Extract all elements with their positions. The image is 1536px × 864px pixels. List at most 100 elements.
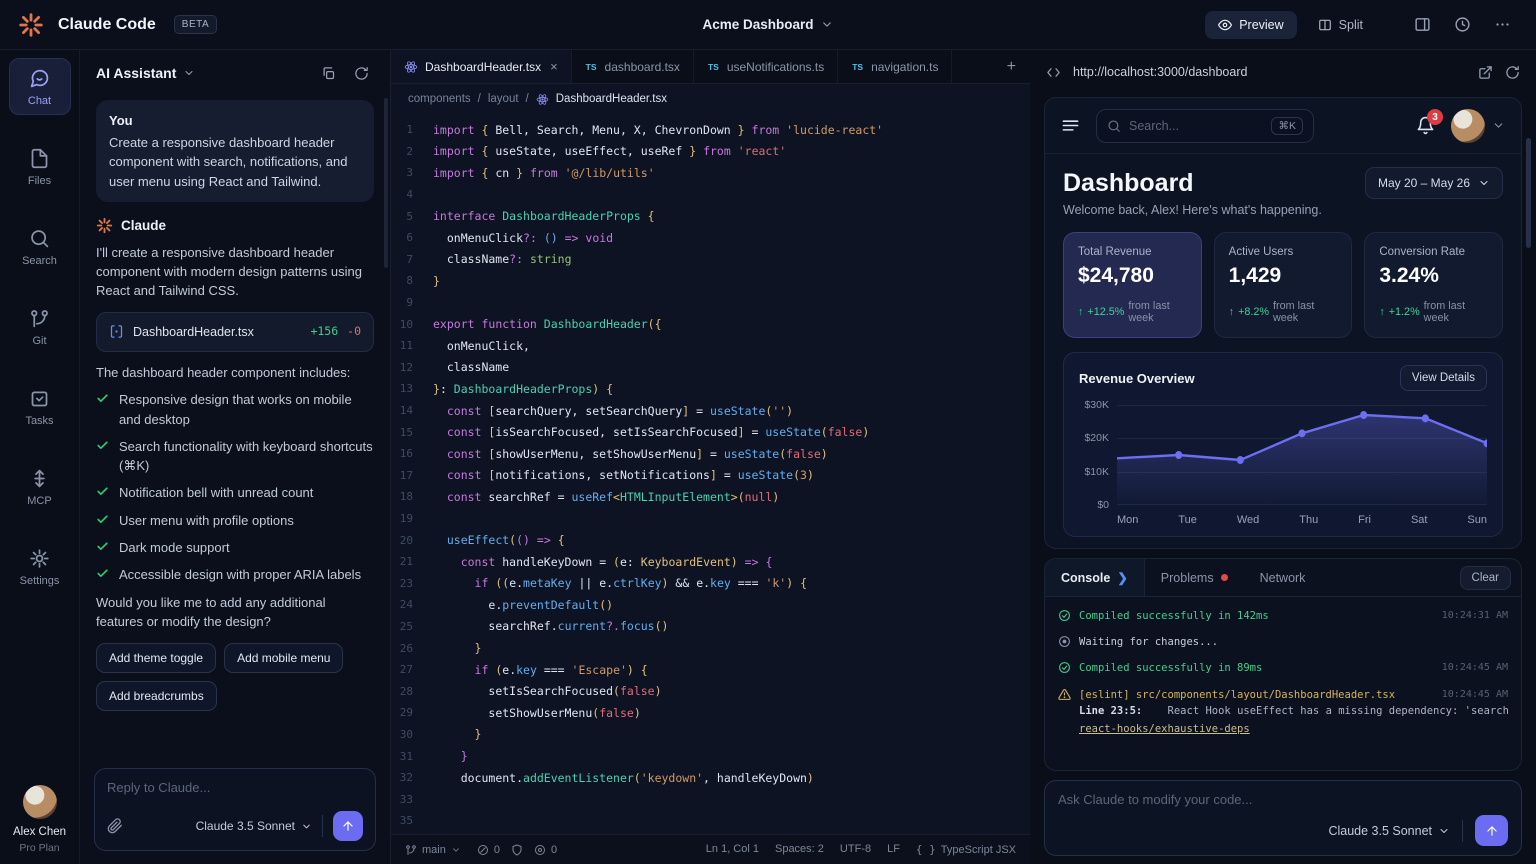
user-menu-button[interactable] [1451, 109, 1505, 143]
code-brackets-icon[interactable] [1046, 65, 1061, 80]
stat-delta: +8.2% [1238, 306, 1269, 318]
git-branch-indicator[interactable]: main [405, 844, 461, 856]
code-lines[interactable]: 1import { Bell, Search, Menu, X, Chevron… [391, 114, 1030, 834]
breadcrumb-components[interactable]: components [408, 93, 471, 105]
code-line: 4 [391, 184, 1030, 206]
waiting-icon [1058, 635, 1071, 648]
arrow-up-icon: ↑ [1229, 306, 1234, 318]
tab-label: navigation.ts [871, 60, 938, 74]
close-icon[interactable]: × [550, 59, 558, 74]
new-tab-button[interactable]: + [993, 50, 1030, 83]
send-button[interactable] [333, 811, 363, 841]
history-button[interactable] [1446, 9, 1478, 41]
sidebar-item-files[interactable]: Files [9, 139, 71, 194]
panel-toggle-button[interactable] [1406, 9, 1438, 41]
shield-icon [511, 844, 523, 856]
menu-icon[interactable] [1061, 116, 1080, 135]
eol-setting[interactable]: LF [887, 843, 900, 856]
clear-console-button[interactable]: Clear [1460, 566, 1511, 590]
stat-delta: +12.5% [1087, 306, 1124, 318]
date-range-selector[interactable]: May 20 – May 26 [1365, 167, 1503, 199]
user-plan: Pro Plan [19, 842, 59, 854]
project-selector[interactable]: Acme Dashboard [702, 17, 833, 32]
tab-console[interactable]: Console ❯ [1045, 559, 1145, 596]
preview-panel: http://localhost:3000/dashboard [1030, 50, 1536, 864]
tab-navigation-ts[interactable]: TS navigation.ts [838, 50, 952, 83]
copy-icon[interactable] [315, 60, 341, 86]
x-axis-labels: Mon Tue Wed Thu Fri Sat Sun [1079, 514, 1487, 526]
language-mode[interactable]: { } TypeScript JSX [916, 843, 1016, 856]
avatar [1451, 109, 1485, 143]
claude-closing-text: Would you like me to add any additional … [96, 593, 374, 631]
breadcrumb-file[interactable]: DashboardHeader.tsx [556, 93, 667, 105]
arrow-up-icon [1485, 824, 1499, 838]
user-profile[interactable]: Alex Chen Pro Plan [13, 785, 66, 864]
model-selector[interactable]: Claude 3.5 Sonnet [196, 819, 312, 833]
suggestion-add-theme-toggle[interactable]: Add theme toggle [96, 643, 216, 673]
console-panel: Console ❯ Problems Network Clear Compi [1044, 558, 1522, 771]
line-number: 27 [391, 663, 433, 676]
sidebar-item-tasks[interactable]: Tasks [9, 379, 71, 434]
chevron-down-icon [1492, 119, 1505, 132]
code-line: 9 [391, 292, 1030, 314]
file-diff-card[interactable]: DashboardHeader.tsx +156 -0 [96, 312, 374, 353]
preview-button[interactable]: Preview [1205, 11, 1296, 39]
view-details-button[interactable]: View Details [1400, 365, 1487, 391]
refresh-icon[interactable] [348, 60, 374, 86]
breadcrumb-layout[interactable]: layout [488, 93, 519, 105]
code-line: 35 [391, 810, 1030, 832]
encoding-setting[interactable]: UTF-8 [840, 843, 871, 856]
tab-problems[interactable]: Problems [1145, 559, 1244, 596]
sidebar-item-git[interactable]: Git [9, 299, 71, 354]
tasks-icon [29, 388, 50, 409]
split-icon [1318, 18, 1332, 32]
more-options-button[interactable] [1486, 9, 1518, 41]
conversation: You Create a responsive dashboard header… [80, 96, 390, 756]
tab-dashboardheader-tsx[interactable]: DashboardHeader.tsx × [391, 50, 572, 83]
url-field[interactable]: http://localhost:3000/dashboard [1073, 65, 1466, 79]
sidebar-item-chat[interactable]: Chat [9, 58, 71, 115]
sidebar-item-mcp[interactable]: MCP [9, 459, 71, 514]
dashboard-search-input[interactable] [1129, 119, 1263, 133]
suggestion-add-breadcrumbs[interactable]: Add breadcrumbs [96, 681, 217, 711]
tab-network[interactable]: Network [1244, 559, 1322, 596]
line-number: 32 [391, 771, 433, 784]
sidebar-item-settings[interactable]: Settings [9, 539, 71, 594]
stat-card-active-users[interactable]: Active Users 1,429 ↑ +8.2% from last wee… [1214, 232, 1353, 338]
stat-card-conversion-rate[interactable]: Conversion Rate 3.24% ↑ +1.2% from last … [1364, 232, 1503, 338]
line-number: 5 [391, 210, 433, 223]
code-line: 3import { cn } from '@/lib/utils' [391, 162, 1030, 184]
code-line: 33 [391, 788, 1030, 810]
problems-indicator[interactable]: 0 0 [477, 844, 557, 856]
keyboard-shortcut-badge: ⌘K [1271, 117, 1303, 135]
split-button[interactable]: Split [1305, 11, 1376, 39]
chart-title: Revenue Overview [1079, 371, 1195, 386]
send-button[interactable] [1475, 815, 1508, 846]
model-selector[interactable]: Claude 3.5 Sonnet [1328, 824, 1450, 838]
chevron-down-icon[interactable] [183, 67, 195, 79]
ask-claude-input[interactable] [1058, 792, 1508, 807]
eslint-rule-link[interactable]: react-hooks/exhaustive-deps [1079, 723, 1250, 735]
file-icon [29, 148, 50, 169]
external-link-icon[interactable] [1478, 65, 1493, 80]
cursor-position[interactable]: Ln 1, Col 1 [706, 843, 759, 856]
paperclip-icon[interactable] [107, 818, 123, 834]
prompt-icon: ❯ [1117, 570, 1127, 585]
notifications-button[interactable]: 3 [1416, 116, 1435, 135]
tab-dashboard-tsx[interactable]: TS dashboard.tsx [572, 50, 694, 83]
warning-triangle-icon [1058, 688, 1071, 701]
assistant-scrollbar[interactable] [384, 98, 388, 268]
line-number: 3 [391, 166, 433, 179]
indentation-setting[interactable]: Spaces: 2 [775, 843, 824, 856]
stat-card-total-revenue[interactable]: Total Revenue $24,780 ↑ +12.5% from last… [1063, 232, 1202, 338]
line-number: 25 [391, 620, 433, 633]
tab-usenotifications-ts[interactable]: TS useNotifications.ts [694, 50, 838, 83]
preview-scrollbar[interactable] [1526, 138, 1531, 248]
reply-input[interactable] [107, 780, 363, 795]
react-icon [536, 93, 549, 106]
sidebar-item-search[interactable]: Search [9, 219, 71, 274]
refresh-icon[interactable] [1505, 65, 1520, 80]
suggestion-add-mobile-menu[interactable]: Add mobile menu [224, 643, 343, 673]
editor-statusbar: main 0 0 Ln 1, Col 1 Spaces: 2 UTF-8 LF … [391, 834, 1030, 864]
chart-svg [1117, 405, 1487, 505]
